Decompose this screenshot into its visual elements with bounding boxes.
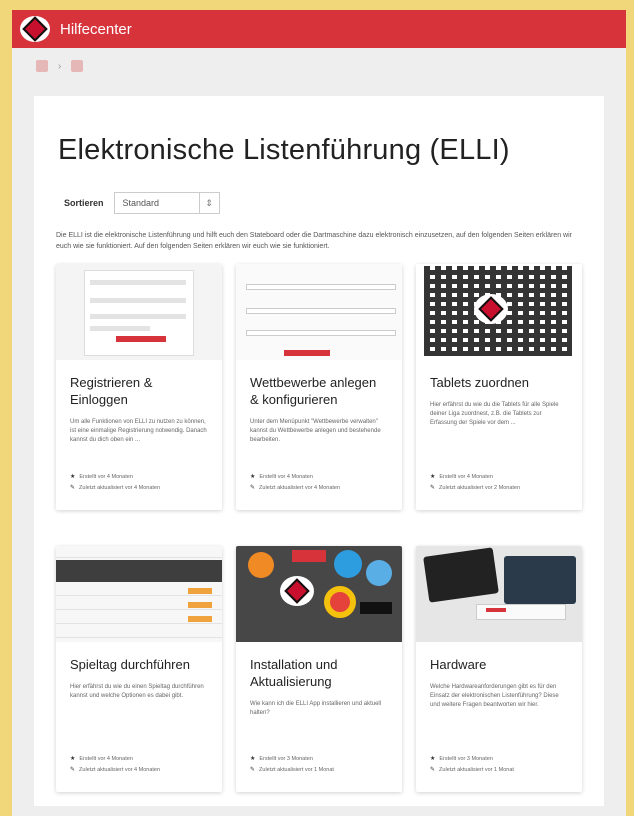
card-description: Unter dem Menüpunkt "Wettbewerbe verwalt… xyxy=(250,419,381,443)
card-description: Hier erfährst du wie du die Tablets für … xyxy=(430,402,559,426)
sort-label: Sortieren xyxy=(64,198,104,208)
card-image xyxy=(56,264,222,360)
card-title: Registrieren & Einloggen xyxy=(70,375,153,407)
updated-icon: ✎ xyxy=(250,767,256,773)
card-updated: Zuletzt aktualisiert vor 1 Monat xyxy=(259,767,334,773)
card-updated: Zuletzt aktualisiert vor 4 Monaten xyxy=(79,767,161,773)
created-icon: ★ xyxy=(70,756,76,762)
card-created: Erstellt vor 4 Monaten xyxy=(439,474,493,480)
card-title: Installation und Aktualisierung xyxy=(250,657,338,689)
article-card-competitions[interactable]: Wettbewerbe anlegen & konfigurieren Unte… xyxy=(236,264,402,510)
app-window: Hilfecenter › Elektronische Listenführun… xyxy=(12,10,626,816)
created-icon: ★ xyxy=(250,756,256,762)
card-description: Wie kann ich die ELLI App installieren u… xyxy=(250,701,382,716)
sort-select-value: Standard xyxy=(122,198,160,208)
chevron-down-icon: ⇕ xyxy=(198,193,219,213)
article-card-matchday[interactable]: Spieltag durchführen Hier erfährst du wi… xyxy=(56,546,222,792)
card-image xyxy=(236,546,402,642)
card-title: Spieltag durchführen xyxy=(70,657,190,672)
top-bar: Hilfecenter xyxy=(12,10,626,48)
card-image xyxy=(416,546,582,642)
card-description: Hier erfährst du wie du einen Spieltag d… xyxy=(70,684,204,699)
card-meta: ★ Erstellt vor 3 Monaten ✎ Zuletzt aktuali… xyxy=(250,754,334,776)
card-title: Wettbewerbe anlegen & konfigurieren xyxy=(250,375,377,407)
updated-icon: ✎ xyxy=(70,485,76,491)
chevron-right-icon: › xyxy=(58,60,62,72)
updated-icon: ✎ xyxy=(430,767,436,773)
card-title: Tablets zuordnen xyxy=(430,375,530,390)
card-image xyxy=(416,264,582,360)
card-meta: ★ Erstellt vor 4 Monaten ✎ Zuletzt aktuali… xyxy=(430,472,520,494)
content-panel: Elektronische Listenführung (ELLI) Sorti… xyxy=(34,96,604,806)
created-icon: ★ xyxy=(430,474,436,480)
card-meta: ★ Erstellt vor 4 Monaten ✎ Zuletzt aktuali… xyxy=(70,472,160,494)
created-icon: ★ xyxy=(250,474,256,480)
article-card-installation[interactable]: Installation und Aktualisierung Wie kann… xyxy=(236,546,402,792)
card-created: Erstellt vor 3 Monaten xyxy=(439,756,493,762)
updated-icon: ✎ xyxy=(430,485,436,491)
intro-text: Die ELLI ist die elektronische Listenfüh… xyxy=(56,232,572,250)
card-meta: ★ Erstellt vor 4 Monaten ✎ Zuletzt aktuali… xyxy=(250,472,340,494)
page-title: Elektronische Listenführung (ELLI) xyxy=(58,134,510,166)
home-icon[interactable] xyxy=(36,60,48,72)
updated-icon: ✎ xyxy=(70,767,76,773)
card-created: Erstellt vor 3 Monaten xyxy=(259,756,313,762)
card-updated: Zuletzt aktualisiert vor 1 Monat xyxy=(439,767,514,773)
card-image xyxy=(56,546,222,642)
created-icon: ★ xyxy=(430,756,436,762)
card-meta: ★ Erstellt vor 4 Monaten ✎ Zuletzt aktuali… xyxy=(70,754,160,776)
sort-row: Sortieren Standard ⇕ xyxy=(64,192,220,214)
brand-logo[interactable] xyxy=(20,16,50,42)
card-created: Erstellt vor 4 Monaten xyxy=(79,474,133,480)
card-image xyxy=(236,264,402,360)
article-card-hardware[interactable]: Hardware Welche Hardwareanforderungen gi… xyxy=(416,546,582,792)
card-description: Um alle Funktionen von ELLI zu nutzen zu… xyxy=(70,419,207,443)
article-card-tablets[interactable]: Tablets zuordnen Hier erfährst du wie du… xyxy=(416,264,582,510)
breadcrumb: › xyxy=(12,48,626,84)
article-card-register[interactable]: Registrieren & Einloggen Um alle Funktio… xyxy=(56,264,222,510)
sort-select[interactable]: Standard ⇕ xyxy=(113,192,220,214)
card-created: Erstellt vor 4 Monaten xyxy=(79,756,133,762)
app-title[interactable]: Hilfecenter xyxy=(60,21,132,38)
created-icon: ★ xyxy=(70,474,76,480)
card-updated: Zuletzt aktualisiert vor 2 Monaten xyxy=(439,485,521,491)
card-title: Hardware xyxy=(430,657,487,672)
card-meta: ★ Erstellt vor 3 Monaten ✎ Zuletzt aktuali… xyxy=(430,754,514,776)
updated-icon: ✎ xyxy=(250,485,256,491)
card-updated: Zuletzt aktualisiert vor 4 Monaten xyxy=(79,485,161,491)
card-description: Welche Hardwareanforderungen gibt es für… xyxy=(430,684,559,708)
section-icon[interactable] xyxy=(71,60,84,72)
card-created: Erstellt vor 4 Monaten xyxy=(259,474,313,480)
card-updated: Zuletzt aktualisiert vor 4 Monaten xyxy=(259,485,341,491)
